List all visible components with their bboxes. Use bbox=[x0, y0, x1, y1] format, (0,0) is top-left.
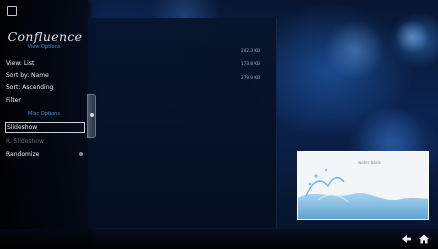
randomize-label: Randomize bbox=[6, 151, 40, 158]
menu-item-randomize[interactable]: Randomize bbox=[5, 149, 85, 160]
file-size: 279.9 KB bbox=[241, 75, 260, 80]
menu-item-sort-by[interactable]: Sort by: Name bbox=[5, 70, 85, 81]
home-square-icon[interactable] bbox=[7, 6, 17, 16]
sidebar-toggle-handle[interactable] bbox=[87, 94, 96, 138]
list-item[interactable]: 279.9 KB bbox=[88, 72, 276, 83]
menu-item-slideshow[interactable]: Slideshow bbox=[5, 122, 85, 133]
back-arrow-icon[interactable] bbox=[400, 233, 412, 245]
radio-dot-icon bbox=[79, 152, 83, 156]
app-logo: Confluence bbox=[7, 29, 83, 44]
home-icon[interactable] bbox=[418, 233, 430, 245]
menu-item-recursive-slideshow[interactable]: R. Slideshow bbox=[5, 136, 85, 147]
menu-item-view[interactable]: View: List bbox=[5, 58, 85, 69]
handle-dot-icon bbox=[90, 113, 94, 117]
preview-caption: water basic bbox=[358, 160, 382, 165]
view-options-title: View Options bbox=[27, 44, 61, 50]
menu-item-sort-order[interactable]: Sort: Ascending bbox=[5, 82, 85, 93]
file-size: 242.3 KB bbox=[241, 48, 260, 53]
menu-item-filter[interactable]: Filter bbox=[5, 95, 85, 106]
misc-options-title: Misc Options bbox=[28, 111, 60, 117]
bottom-bar bbox=[0, 229, 438, 249]
bokeh-light bbox=[325, 20, 385, 80]
file-size: 173.8 KB bbox=[241, 61, 260, 66]
bokeh-light bbox=[395, 20, 429, 54]
file-list-panel: 242.3 KB 173.8 KB 279.9 KB bbox=[88, 18, 277, 228]
image-preview-thumbnail: water basic bbox=[297, 151, 429, 220]
sidebar: Confluence View Options View: List Sort … bbox=[0, 0, 88, 249]
list-item[interactable]: 173.8 KB bbox=[88, 58, 276, 69]
list-item[interactable]: 242.3 KB bbox=[88, 45, 276, 56]
